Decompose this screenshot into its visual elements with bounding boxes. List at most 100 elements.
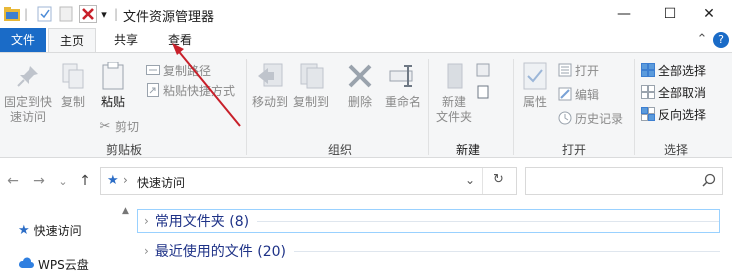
pin-icon	[13, 61, 43, 91]
group-divider	[428, 59, 429, 155]
recent-files-label: 最近使用的文件 (20)	[154, 244, 287, 260]
search-icon	[702, 173, 716, 190]
quick-access-star-icon: ★	[18, 222, 30, 238]
copy-to-icon	[296, 61, 326, 91]
clipboard-group-label: 剪贴板	[105, 143, 142, 157]
select-none-button[interactable]: 全部取消	[641, 83, 706, 101]
nav-item-label: 快速访问	[33, 223, 82, 238]
delete-button[interactable]: 删除	[342, 61, 378, 110]
new-item-button[interactable]	[476, 61, 493, 79]
quick-access-star-icon: ★	[107, 173, 119, 188]
address-bar[interactable]: ★ › 快速访问 ⌄ ↻	[100, 167, 517, 195]
select-none-icon	[641, 85, 655, 99]
properties-check-icon[interactable]	[35, 4, 53, 24]
pin-to-quick-access-button[interactable]: 固定到快 速访问	[2, 61, 54, 125]
delete-icon	[345, 61, 375, 91]
new-folder-qa-icon[interactable]	[57, 4, 75, 24]
new-folder-button[interactable]: 新建 文件夹	[432, 61, 476, 125]
delete-label: 删除	[347, 95, 372, 109]
select-group-label: 选择	[663, 143, 688, 157]
select-all-button[interactable]: 全部选择	[641, 61, 706, 79]
pin-label-line1: 固定到快	[3, 95, 52, 109]
ribbon: 固定到快 速访问 复制 粘贴 复制路径 粘贴快捷方式 ✂ 剪切 剪贴板 移动到	[0, 52, 732, 158]
refresh-button[interactable]: ↻	[493, 172, 504, 187]
history-button[interactable]: 历史记录	[558, 109, 623, 127]
new-folder-icon	[439, 61, 469, 91]
copy-path-label: 复制路径	[163, 63, 212, 78]
organize-group-label: 组织	[327, 143, 352, 157]
cut-button[interactable]: ✂ 剪切	[98, 117, 139, 135]
folder-app-icon[interactable]	[3, 4, 21, 24]
invert-selection-button[interactable]: 反向选择	[641, 105, 706, 123]
new-folder-label-line1: 新建	[441, 95, 466, 109]
chevron-right-icon: ›	[144, 244, 149, 258]
close-button[interactable]: ✕	[686, 0, 732, 28]
qa-dropdown-icon[interactable]: ▾	[99, 4, 109, 24]
paste-shortcut-button[interactable]: 粘贴快捷方式	[146, 81, 235, 99]
back-button[interactable]: ←	[4, 171, 22, 191]
pin-label-line2: 速访问	[9, 110, 46, 124]
title-bar: | ▾ | 文件资源管理器 — ☐ ✕	[0, 0, 732, 28]
select-all-label: 全部选择	[658, 63, 707, 78]
up-button[interactable]: ↑	[76, 171, 94, 191]
scissors-icon: ✂	[99, 118, 111, 134]
breadcrumb-quick-access[interactable]: 快速访问	[137, 174, 185, 191]
minimize-button[interactable]: —	[601, 0, 647, 28]
tab-home[interactable]: 主页	[48, 28, 96, 52]
copy-to-label: 复制到	[292, 95, 329, 109]
tab-file[interactable]: 文件	[0, 28, 46, 52]
properties-button[interactable]: 属性	[518, 61, 552, 110]
help-icon[interactable]: ?	[713, 32, 729, 48]
frequent-folders-label: 常用文件夹 (8)	[154, 214, 250, 230]
rename-icon	[388, 61, 418, 91]
cloud-icon	[18, 256, 34, 272]
history-label: 历史记录	[575, 111, 624, 126]
open-icon	[558, 63, 572, 77]
properties-label: 属性	[522, 95, 547, 109]
group-rule	[257, 220, 720, 222]
history-icon	[558, 111, 572, 125]
collapse-ribbon-icon[interactable]: ⌃	[695, 32, 709, 48]
edit-button[interactable]: 编辑	[558, 85, 599, 103]
new-item-icon	[476, 63, 490, 77]
move-to-button[interactable]: 移动到	[250, 61, 290, 110]
move-to-label: 移动到	[251, 95, 288, 109]
forward-button[interactable]: →	[30, 171, 48, 191]
paste-shortcut-label: 粘贴快捷方式	[163, 83, 236, 98]
paste-shortcut-icon	[146, 83, 160, 97]
open-label: 打开	[575, 63, 600, 78]
scroll-up-icon[interactable]: ▲	[122, 206, 129, 216]
tab-share[interactable]: 共享	[104, 28, 148, 52]
copy-button[interactable]: 复制	[56, 61, 90, 110]
recent-locations-button[interactable]: ⌄	[54, 171, 72, 191]
easy-access-button[interactable]	[476, 83, 493, 101]
chevron-right-icon: ›	[144, 214, 149, 228]
cut-label: 剪切	[115, 119, 140, 134]
new-folder-label-line2: 文件夹	[435, 110, 472, 124]
delete-qa-icon[interactable]	[79, 4, 97, 24]
search-input[interactable]	[525, 167, 723, 195]
easy-access-icon	[476, 85, 490, 99]
navigation-pane: ★ 快速访问 WPS云盘	[0, 204, 118, 279]
copy-label: 复制	[60, 95, 85, 109]
address-dropdown-icon[interactable]: ⌄	[465, 173, 475, 187]
nav-item-quick-access[interactable]: ★ 快速访问	[18, 220, 82, 240]
navpane-scrollbar[interactable]: ▲	[118, 204, 134, 279]
nav-item-wps-cloud[interactable]: WPS云盘	[18, 254, 89, 274]
group-divider	[246, 59, 247, 155]
tab-view[interactable]: 查看	[158, 28, 202, 52]
paste-label: 粘贴	[100, 95, 125, 109]
copy-path-icon	[146, 63, 160, 77]
edit-label: 编辑	[575, 87, 600, 102]
copy-to-button[interactable]: 复制到	[291, 61, 331, 110]
recent-files-group[interactable]: › 最近使用的文件 (20)	[138, 240, 720, 262]
qa-separator: |	[23, 7, 29, 21]
open-button[interactable]: 打开	[558, 61, 599, 79]
copy-path-button[interactable]: 复制路径	[146, 61, 211, 79]
frequent-folders-group[interactable]: › 常用文件夹 (8)	[138, 210, 720, 232]
rename-button[interactable]: 重命名	[382, 61, 424, 110]
invert-selection-icon	[641, 107, 655, 121]
group-rule	[294, 250, 720, 252]
new-group-label: 新建	[455, 143, 480, 157]
paste-button[interactable]: 粘贴	[96, 61, 130, 110]
